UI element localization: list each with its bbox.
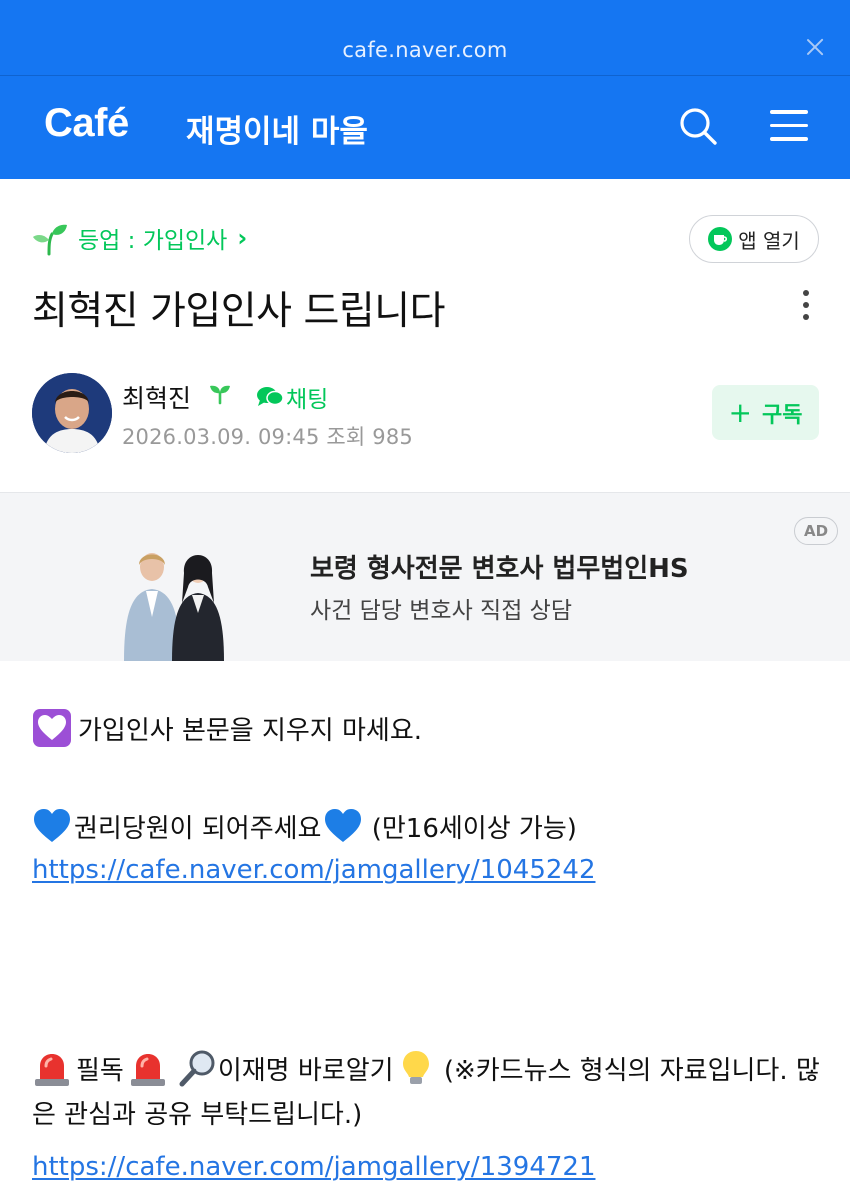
open-app-label: 앱 열기 (738, 228, 800, 253)
siren-icon (130, 1054, 165, 1086)
more-options-icon[interactable] (800, 290, 812, 326)
app-header: Café 재명이네 마을 (0, 76, 850, 179)
sprout-icon (33, 224, 67, 256)
content-line: https://cafe.naver.com/jamgallery/104524… (32, 855, 595, 885)
cafe-logo[interactable]: Café (44, 101, 129, 146)
ad-badge: AD (794, 517, 838, 545)
browser-url-bar: cafe.naver.com (0, 0, 850, 76)
magnifier-icon (179, 1050, 215, 1087)
blue-heart-icon (325, 809, 362, 842)
chat-icon (257, 387, 284, 406)
chat-label: 채팅 (286, 387, 329, 413)
member-level-sprout-icon (210, 385, 230, 405)
search-icon[interactable] (678, 106, 718, 146)
blue-heart-icon (34, 809, 70, 842)
content-text: (만16세이상 가능) (363, 814, 577, 844)
content-text: 필독 (76, 1056, 124, 1086)
avatar-image (32, 373, 112, 453)
ad-people-image (124, 553, 224, 661)
plus-icon: + (728, 395, 752, 429)
subscribe-button[interactable]: + 구독 (712, 385, 819, 440)
author-name[interactable]: 최혁진 (122, 379, 191, 415)
content-line: 권리당원이 되어주세요 (만16세이상 가능) (32, 806, 577, 846)
avatar[interactable] (32, 373, 112, 453)
content-line: https://cafe.naver.com/jamgallery/139472… (32, 1152, 595, 1182)
ad-banner[interactable]: 보령 형사전문 변호사 법무법인HS 사건 담당 변호사 직접 상담 AD (0, 493, 850, 661)
open-app-button[interactable]: 앱 열기 (689, 215, 819, 263)
content-text: 가입인사 본문을 지우지 마세요. (78, 716, 423, 746)
link-know-lee[interactable]: https://cafe.naver.com/jamgallery/139472… (32, 1152, 595, 1182)
breadcrumb[interactable]: 등업 : 가입인사 › (32, 218, 247, 258)
light-bulb-icon (402, 1051, 429, 1084)
menu-icon[interactable] (770, 110, 808, 142)
ad-subtitle: 사건 담당 변호사 직접 상담 (310, 598, 573, 624)
siren-icon (35, 1054, 69, 1086)
content-line: 필독 이재명 바로알기 (※카드뉴스 형식의 자료입니다. 많은 관심과 공유 … (32, 1048, 822, 1137)
link-join-member[interactable]: https://cafe.naver.com/jamgallery/104524… (32, 855, 595, 885)
url-text[interactable]: cafe.naver.com (0, 38, 850, 62)
subscribe-label: 구독 (761, 402, 803, 428)
content-line: 가입인사 본문을 지우지 마세요. (32, 708, 422, 748)
heart-purple-icon (33, 709, 71, 747)
chevron-right-icon: › (237, 224, 248, 252)
chat-link[interactable]: 채팅 (256, 380, 328, 414)
close-icon[interactable] (806, 38, 824, 56)
post-title: 최혁진 가입인사 드립니다 (32, 289, 445, 334)
post-meta: 2026.03.09. 09:45 조회 985 (122, 425, 413, 449)
content-text: 이재명 바로알기 (217, 1056, 394, 1086)
breadcrumb-label: 등업 : 가입인사 (78, 228, 228, 254)
cafe-name[interactable]: 재명이네 마을 (186, 106, 368, 151)
content-text: 권리당원이 되어주세요 (74, 814, 322, 844)
ad-title: 보령 형사전문 변호사 법무법인HS (310, 554, 689, 584)
cup-icon (708, 227, 733, 251)
